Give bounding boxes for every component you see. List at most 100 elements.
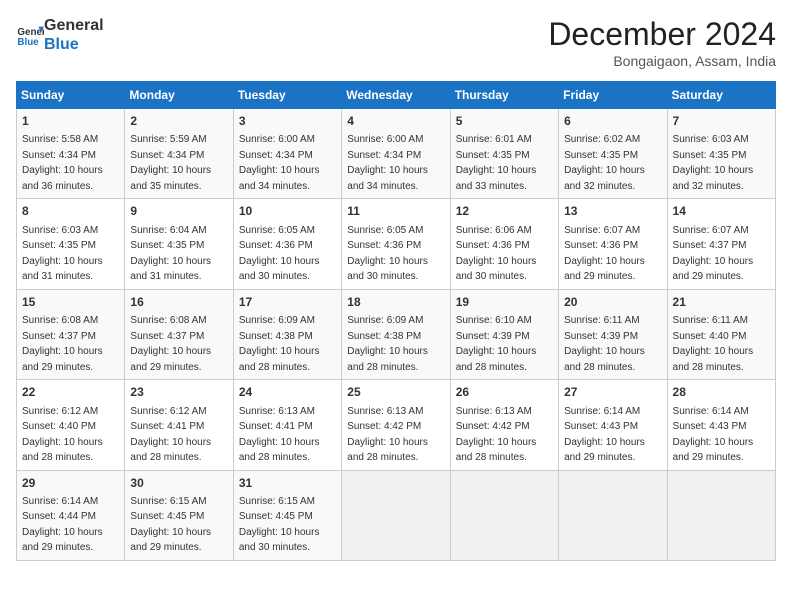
day-detail: Sunrise: 6:04 AM Sunset: 4:35 PM Dayligh… — [130, 225, 211, 283]
day-number: 25 — [347, 384, 444, 401]
col-header-friday: Friday — [559, 82, 667, 109]
day-detail: Sunrise: 6:00 AM Sunset: 4:34 PM Dayligh… — [239, 134, 320, 192]
day-detail: Sunrise: 6:08 AM Sunset: 4:37 PM Dayligh… — [22, 315, 103, 373]
day-detail: Sunrise: 6:03 AM Sunset: 4:35 PM Dayligh… — [22, 225, 103, 283]
day-number: 27 — [564, 384, 661, 401]
col-header-thursday: Thursday — [450, 82, 558, 109]
day-detail: Sunrise: 6:07 AM Sunset: 4:37 PM Dayligh… — [673, 225, 754, 283]
calendar-day: 10 Sunrise: 6:05 AM Sunset: 4:36 PM Dayli… — [233, 199, 341, 289]
col-header-saturday: Saturday — [667, 82, 775, 109]
day-number: 3 — [239, 113, 336, 130]
col-header-wednesday: Wednesday — [342, 82, 450, 109]
day-number: 14 — [673, 203, 770, 220]
day-detail: Sunrise: 6:01 AM Sunset: 4:35 PM Dayligh… — [456, 134, 537, 192]
day-number: 13 — [564, 203, 661, 220]
day-number: 15 — [22, 294, 119, 311]
calendar-day: 31 Sunrise: 6:15 AM Sunset: 4:45 PM Dayli… — [233, 470, 341, 560]
svg-text:Blue: Blue — [17, 37, 39, 48]
day-detail: Sunrise: 6:11 AM Sunset: 4:40 PM Dayligh… — [673, 315, 754, 373]
day-detail: Sunrise: 6:15 AM Sunset: 4:45 PM Dayligh… — [130, 496, 211, 554]
day-detail: Sunrise: 6:14 AM Sunset: 4:43 PM Dayligh… — [673, 406, 754, 464]
calendar-day: 21 Sunrise: 6:11 AM Sunset: 4:40 PM Dayli… — [667, 289, 775, 379]
logo-text-general: General — [44, 16, 104, 35]
calendar-day: 2Sunrise: 5:59 AM Sunset: 4:34 PM Daylig… — [125, 109, 233, 199]
day-number: 18 — [347, 294, 444, 311]
calendar-header-row: SundayMondayTuesdayWednesdayThursdayFrid… — [17, 82, 776, 109]
day-number: 7 — [673, 113, 770, 130]
day-number: 21 — [673, 294, 770, 311]
day-number: 26 — [456, 384, 553, 401]
logo-icon: General Blue — [16, 21, 44, 49]
calendar-day: 16Sunrise: 6:08 AM Sunset: 4:37 PM Dayli… — [125, 289, 233, 379]
calendar-day: 20 Sunrise: 6:11 AM Sunset: 4:39 PM Dayli… — [559, 289, 667, 379]
day-number: 5 — [456, 113, 553, 130]
calendar-day — [342, 470, 450, 560]
col-header-tuesday: Tuesday — [233, 82, 341, 109]
calendar-day: 27 Sunrise: 6:14 AM Sunset: 4:43 PM Dayli… — [559, 380, 667, 470]
page-header: General Blue General Blue December 2024 … — [16, 16, 776, 69]
calendar-day: 13 Sunrise: 6:07 AM Sunset: 4:36 PM Dayli… — [559, 199, 667, 289]
day-number: 30 — [130, 475, 227, 492]
day-number: 8 — [22, 203, 119, 220]
day-detail: Sunrise: 6:13 AM Sunset: 4:42 PM Dayligh… — [347, 406, 428, 464]
calendar-day: 6Sunrise: 6:02 AM Sunset: 4:35 PM Daylig… — [559, 109, 667, 199]
day-detail: Sunrise: 6:05 AM Sunset: 4:36 PM Dayligh… — [239, 225, 320, 283]
day-detail: Sunrise: 6:11 AM Sunset: 4:39 PM Dayligh… — [564, 315, 645, 373]
day-detail: Sunrise: 6:02 AM Sunset: 4:35 PM Dayligh… — [564, 134, 645, 192]
day-detail: Sunrise: 6:15 AM Sunset: 4:45 PM Dayligh… — [239, 496, 320, 554]
calendar-week-2: 8 Sunrise: 6:03 AM Sunset: 4:35 PM Daylig… — [17, 199, 776, 289]
day-detail: Sunrise: 6:00 AM Sunset: 4:34 PM Dayligh… — [347, 134, 428, 192]
day-detail: Sunrise: 6:14 AM Sunset: 4:44 PM Dayligh… — [22, 496, 103, 554]
calendar-day: 7Sunrise: 6:03 AM Sunset: 4:35 PM Daylig… — [667, 109, 775, 199]
day-detail: Sunrise: 6:10 AM Sunset: 4:39 PM Dayligh… — [456, 315, 537, 373]
calendar-day: 19Sunrise: 6:10 AM Sunset: 4:39 PM Dayli… — [450, 289, 558, 379]
day-number: 28 — [673, 384, 770, 401]
month-title: December 2024 — [548, 16, 776, 53]
calendar-day: 22 Sunrise: 6:12 AM Sunset: 4:40 PM Dayli… — [17, 380, 125, 470]
day-number: 20 — [564, 294, 661, 311]
calendar-day: 26Sunrise: 6:13 AM Sunset: 4:42 PM Dayli… — [450, 380, 558, 470]
day-detail: Sunrise: 6:06 AM Sunset: 4:36 PM Dayligh… — [456, 225, 537, 283]
day-detail: Sunrise: 6:14 AM Sunset: 4:43 PM Dayligh… — [564, 406, 645, 464]
logo-text-blue: Blue — [44, 35, 104, 54]
calendar-day: 4Sunrise: 6:00 AM Sunset: 4:34 PM Daylig… — [342, 109, 450, 199]
day-detail: Sunrise: 5:59 AM Sunset: 4:34 PM Dayligh… — [130, 134, 211, 192]
calendar-day: 30 Sunrise: 6:15 AM Sunset: 4:45 PM Dayli… — [125, 470, 233, 560]
calendar-day: 8 Sunrise: 6:03 AM Sunset: 4:35 PM Daylig… — [17, 199, 125, 289]
day-detail: Sunrise: 6:07 AM Sunset: 4:36 PM Dayligh… — [564, 225, 645, 283]
title-area: December 2024 Bongaigaon, Assam, India — [548, 16, 776, 69]
calendar-day: 1Sunrise: 5:58 AM Sunset: 4:34 PM Daylig… — [17, 109, 125, 199]
day-number: 23 — [130, 384, 227, 401]
calendar-day: 25 Sunrise: 6:13 AM Sunset: 4:42 PM Dayli… — [342, 380, 450, 470]
calendar-day: 11Sunrise: 6:05 AM Sunset: 4:36 PM Dayli… — [342, 199, 450, 289]
day-number: 29 — [22, 475, 119, 492]
calendar-week-3: 15 Sunrise: 6:08 AM Sunset: 4:37 PM Dayli… — [17, 289, 776, 379]
day-number: 16 — [130, 294, 227, 311]
calendar-week-1: 1Sunrise: 5:58 AM Sunset: 4:34 PM Daylig… — [17, 109, 776, 199]
day-number: 11 — [347, 203, 444, 220]
day-number: 17 — [239, 294, 336, 311]
calendar-day: 29 Sunrise: 6:14 AM Sunset: 4:44 PM Dayli… — [17, 470, 125, 560]
calendar-day: 9Sunrise: 6:04 AM Sunset: 4:35 PM Daylig… — [125, 199, 233, 289]
location: Bongaigaon, Assam, India — [548, 53, 776, 69]
calendar-day: 17 Sunrise: 6:09 AM Sunset: 4:38 PM Dayli… — [233, 289, 341, 379]
day-detail: Sunrise: 6:12 AM Sunset: 4:40 PM Dayligh… — [22, 406, 103, 464]
calendar-day: 3 Sunrise: 6:00 AM Sunset: 4:34 PM Daylig… — [233, 109, 341, 199]
calendar-day: 14 Sunrise: 6:07 AM Sunset: 4:37 PM Dayli… — [667, 199, 775, 289]
calendar-day: 18 Sunrise: 6:09 AM Sunset: 4:38 PM Dayli… — [342, 289, 450, 379]
day-detail: Sunrise: 6:09 AM Sunset: 4:38 PM Dayligh… — [239, 315, 320, 373]
calendar-week-5: 29 Sunrise: 6:14 AM Sunset: 4:44 PM Dayli… — [17, 470, 776, 560]
day-detail: Sunrise: 5:58 AM Sunset: 4:34 PM Dayligh… — [22, 134, 103, 192]
calendar-day: 23Sunrise: 6:12 AM Sunset: 4:41 PM Dayli… — [125, 380, 233, 470]
calendar-day: 5 Sunrise: 6:01 AM Sunset: 4:35 PM Daylig… — [450, 109, 558, 199]
day-number: 10 — [239, 203, 336, 220]
day-number: 24 — [239, 384, 336, 401]
col-header-monday: Monday — [125, 82, 233, 109]
calendar-day: 28 Sunrise: 6:14 AM Sunset: 4:43 PM Dayli… — [667, 380, 775, 470]
logo: General Blue General Blue — [16, 16, 104, 54]
day-number: 31 — [239, 475, 336, 492]
calendar-day — [667, 470, 775, 560]
day-detail: Sunrise: 6:13 AM Sunset: 4:41 PM Dayligh… — [239, 406, 320, 464]
day-number: 22 — [22, 384, 119, 401]
day-detail: Sunrise: 6:09 AM Sunset: 4:38 PM Dayligh… — [347, 315, 428, 373]
